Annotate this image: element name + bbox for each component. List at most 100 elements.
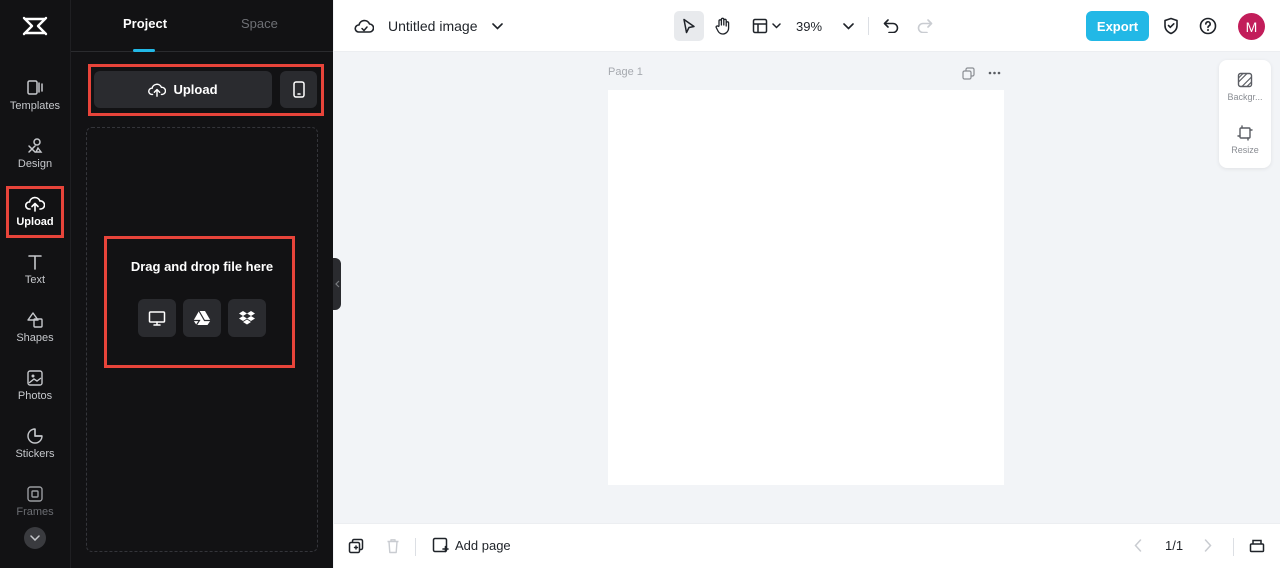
pages-tray-icon [1249,538,1265,553]
chevron-down-icon [842,22,854,30]
chevron-down-icon [30,535,40,541]
cloud-save-icon[interactable] [354,16,374,36]
trash-icon [386,538,400,554]
upload-from-computer-button[interactable] [138,299,176,337]
drop-zone-title: Drag and drop file here [130,259,274,274]
document-title-text: Untitled image [388,18,478,34]
toolbar-divider [868,17,869,35]
chevron-down-icon [491,22,503,30]
dropbox-icon [238,310,256,326]
document-title[interactable]: Untitled image [388,16,478,36]
tab-space[interactable]: Space [241,16,278,31]
select-tool-button[interactable] [674,11,704,41]
delete-page-button[interactable] [386,538,400,554]
rail-label-frames: Frames [16,506,54,518]
layout-menu-button[interactable] [748,11,784,41]
chevron-left-icon [334,280,340,288]
question-circle-icon [1199,17,1217,35]
export-button[interactable]: Export [1086,11,1149,41]
page-label: Page 1 [608,66,643,78]
rail-item-shapes[interactable]: Shapes [4,310,66,360]
add-page-icon [432,537,449,554]
rail-label-shapes: Shapes [16,332,54,344]
chevron-right-icon [1204,539,1212,552]
tab-project[interactable]: Project [123,16,167,31]
page-canvas[interactable] [608,90,1004,485]
rail-label-templates: Templates [9,100,61,112]
rail-item-templates[interactable]: Templates [4,78,66,128]
zoom-level[interactable]: 39% [796,16,822,36]
background-icon [1237,72,1253,88]
duplicate-page-button[interactable] [960,65,976,81]
text-icon [26,252,44,272]
redo-icon [917,19,933,33]
resize-tool-label: Resize [1231,145,1259,155]
hand-tool-button[interactable] [708,11,738,41]
active-tab-indicator [133,49,155,52]
help-button[interactable] [1198,16,1218,36]
rail-label-photos: Photos [17,390,53,402]
rail-item-stickers[interactable]: Stickers [4,426,66,476]
page-more-button[interactable] [986,65,1002,81]
upload-from-google-drive-button[interactable] [183,299,221,337]
undo-button[interactable] [881,16,901,36]
google-drive-icon [193,310,211,326]
upload-panel: Project Space Upload Drag and drop file … [71,0,333,568]
left-rail: Templates Design Upload Text Shapes Phot… [0,0,71,568]
zoom-level-text: 39% [796,18,823,34]
upload-from-phone-button[interactable] [280,71,317,108]
redo-button[interactable] [915,16,935,36]
rail-item-design[interactable]: Design [4,136,66,186]
top-bar: Untitled image 39% Export M [334,0,1280,52]
cloud-upload-icon [148,82,167,98]
cursor-arrow-icon [682,18,696,34]
sticker-icon [26,426,44,446]
previous-page-button[interactable] [1134,539,1142,552]
undo-icon [883,19,899,33]
rail-label-text: Text [24,274,46,286]
layout-icon [752,18,768,34]
templates-icon [26,78,44,98]
photo-icon [26,368,44,388]
phone-icon [292,81,305,98]
zoom-menu-chevron[interactable] [840,16,856,36]
design-icon [26,136,44,156]
bottom-divider-right [1233,538,1234,556]
rail-item-text[interactable]: Text [4,252,66,302]
rail-label-stickers: Stickers [15,448,55,460]
shield-button[interactable] [1161,16,1181,36]
add-duplicate-icon [348,538,364,554]
page-indicator: 1/1 [1165,538,1183,553]
shield-check-icon [1163,17,1179,35]
rail-more-button[interactable] [24,527,46,549]
resize-icon [1237,125,1253,141]
background-tool-label: Backgr... [1227,92,1263,102]
panel-collapse-handle[interactable] [333,258,341,310]
chevron-left-icon [1134,539,1142,552]
upload-button[interactable]: Upload [94,71,272,108]
next-page-button[interactable] [1204,539,1212,552]
rail-item-upload[interactable]: Upload [4,186,66,244]
capcut-logo[interactable] [22,15,48,37]
rail-item-photos[interactable]: Photos [4,368,66,418]
resize-tool[interactable]: Resize [1219,125,1271,155]
rail-label-design: Design [17,158,53,170]
hand-icon [715,17,731,35]
page-manager-button[interactable] [1249,538,1265,553]
title-menu-chevron[interactable] [489,16,505,36]
panel-tabs: Project Space [71,0,333,52]
add-page-label: Add page [455,538,511,553]
chevron-down-icon [771,23,781,29]
bottom-divider [415,538,416,556]
page-indicator-text: 1/1 [1165,538,1184,553]
frame-icon [26,484,44,504]
monitor-icon [148,310,166,326]
duplicate-page-bottom-button[interactable] [348,538,364,554]
upload-highlight-box [6,186,64,238]
upload-button-label: Upload [173,82,218,97]
add-page-button[interactable]: Add page [432,537,511,554]
upload-from-dropbox-button[interactable] [228,299,266,337]
avatar[interactable]: M [1238,13,1265,40]
background-tool[interactable]: Backgr... [1219,72,1271,102]
bottom-bar: Add page 1/1 [334,523,1280,568]
